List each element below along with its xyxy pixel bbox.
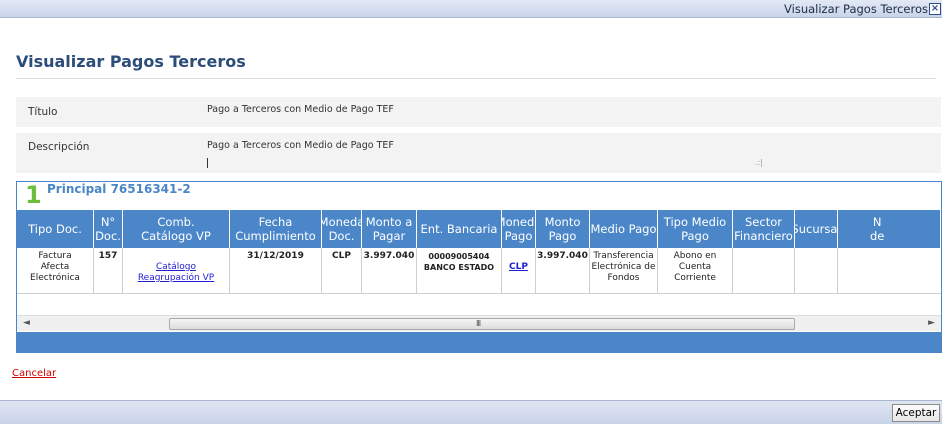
column-header-monto-pagar[interactable]: Monto a Pagar	[362, 210, 417, 248]
column-header-tipo-medio-pago[interactable]: Tipo Medio Pago	[658, 210, 733, 248]
cancel-link[interactable]: Cancelar	[12, 368, 56, 379]
column-header-comb-catalogo[interactable]: Comb. Catálogo VP	[123, 210, 230, 248]
column-header-sucursal[interactable]: Sucursal	[795, 210, 838, 248]
scrollbar-thumb[interactable]: III	[169, 318, 795, 330]
horizontal-scrollbar[interactable]: ◄ III ►	[17, 315, 941, 331]
scroll-right-icon[interactable]: ►	[928, 318, 935, 328]
panel-number: 1	[25, 181, 42, 209]
cell-tipo-doc: Factura Afecta Electrónica	[17, 248, 94, 294]
column-header-moneda-pago[interactable]: Moneda Pago	[502, 210, 536, 248]
bottom-bar: Aceptar	[0, 400, 942, 424]
panel-title: Principal 76516341-2	[47, 182, 191, 196]
table-header: Tipo Doc. N° Doc. Comb. Catálogo VP Fech…	[17, 210, 941, 248]
column-header-moneda-doc[interactable]: Moneda Doc.	[322, 210, 362, 248]
column-header-n-doc[interactable]: N° Doc.	[94, 210, 123, 248]
cell-comb-catalogo: Catálogo Reagrupación VP	[123, 248, 230, 294]
cell-n-doc: 157	[94, 248, 123, 294]
cell-medio-pago: Transferencia Electrónica de Fondos	[590, 248, 658, 294]
resize-handle-icon[interactable]: .:|	[755, 158, 763, 167]
column-header-medio-pago[interactable]: Medio Pago	[590, 210, 658, 248]
column-header-n-de[interactable]: N de	[838, 210, 941, 248]
principal-panel: 1 Principal 76516341-2 Tipo Doc. N° Doc.…	[16, 181, 942, 353]
cell-sector-financiero	[733, 248, 795, 294]
cell-fecha: 31/12/2019	[230, 248, 322, 294]
scroll-left-icon[interactable]: ◄	[23, 318, 30, 328]
cell-monto-pagar: 3.997.040	[362, 248, 417, 294]
column-header-tipo-doc[interactable]: Tipo Doc.	[17, 210, 94, 248]
moneda-pago-link[interactable]: CLP	[509, 262, 528, 272]
cell-n-de	[838, 248, 941, 294]
panel-footer	[17, 332, 941, 352]
table-row: Factura Afecta Electrónica 157 Catálogo …	[17, 248, 941, 294]
catalogo-link[interactable]: Catálogo Reagrupación VP	[138, 262, 214, 283]
titulo-label: Título	[28, 106, 58, 118]
column-header-fecha[interactable]: Fecha Cumplimiento	[230, 210, 322, 248]
titulo-row: Título Pago a Terceros con Medio de Pago…	[16, 97, 941, 127]
cell-sucursal	[795, 248, 838, 294]
cell-moneda-pago: CLP	[502, 248, 536, 294]
column-header-sector-financiero[interactable]: Sector Financiero	[733, 210, 795, 248]
cell-tipo-medio-pago: Abono en Cuenta Corriente	[658, 248, 733, 294]
descripcion-field[interactable]: Pago a Terceros con Medio de Pago TEF	[207, 140, 394, 151]
cell-monto-pago: 3.997.040	[536, 248, 590, 294]
close-icon[interactable]: ×	[929, 3, 941, 15]
title-divider	[16, 78, 936, 79]
window-title: Visualizar Pagos Terceros	[784, 2, 928, 16]
window-titlebar: Visualizar Pagos Terceros ×	[0, 0, 942, 18]
descripcion-label: Descripción	[28, 141, 90, 153]
column-header-monto-pago[interactable]: Monto Pago	[536, 210, 590, 248]
text-caret	[207, 158, 208, 168]
cell-ent-bancaria: 00009005404 BANCO ESTADO	[417, 248, 502, 294]
cell-moneda-doc: CLP	[322, 248, 362, 294]
descripcion-row: Descripción Pago a Terceros con Medio de…	[16, 133, 941, 173]
column-header-ent-bancaria[interactable]: Ent. Bancaria	[417, 210, 502, 248]
accept-button[interactable]: Aceptar	[892, 404, 940, 422]
titulo-value: Pago a Terceros con Medio de Pago TEF	[207, 104, 394, 115]
scroll-grip-icon: III	[476, 319, 481, 328]
page-title: Visualizar Pagos Terceros	[16, 52, 246, 71]
